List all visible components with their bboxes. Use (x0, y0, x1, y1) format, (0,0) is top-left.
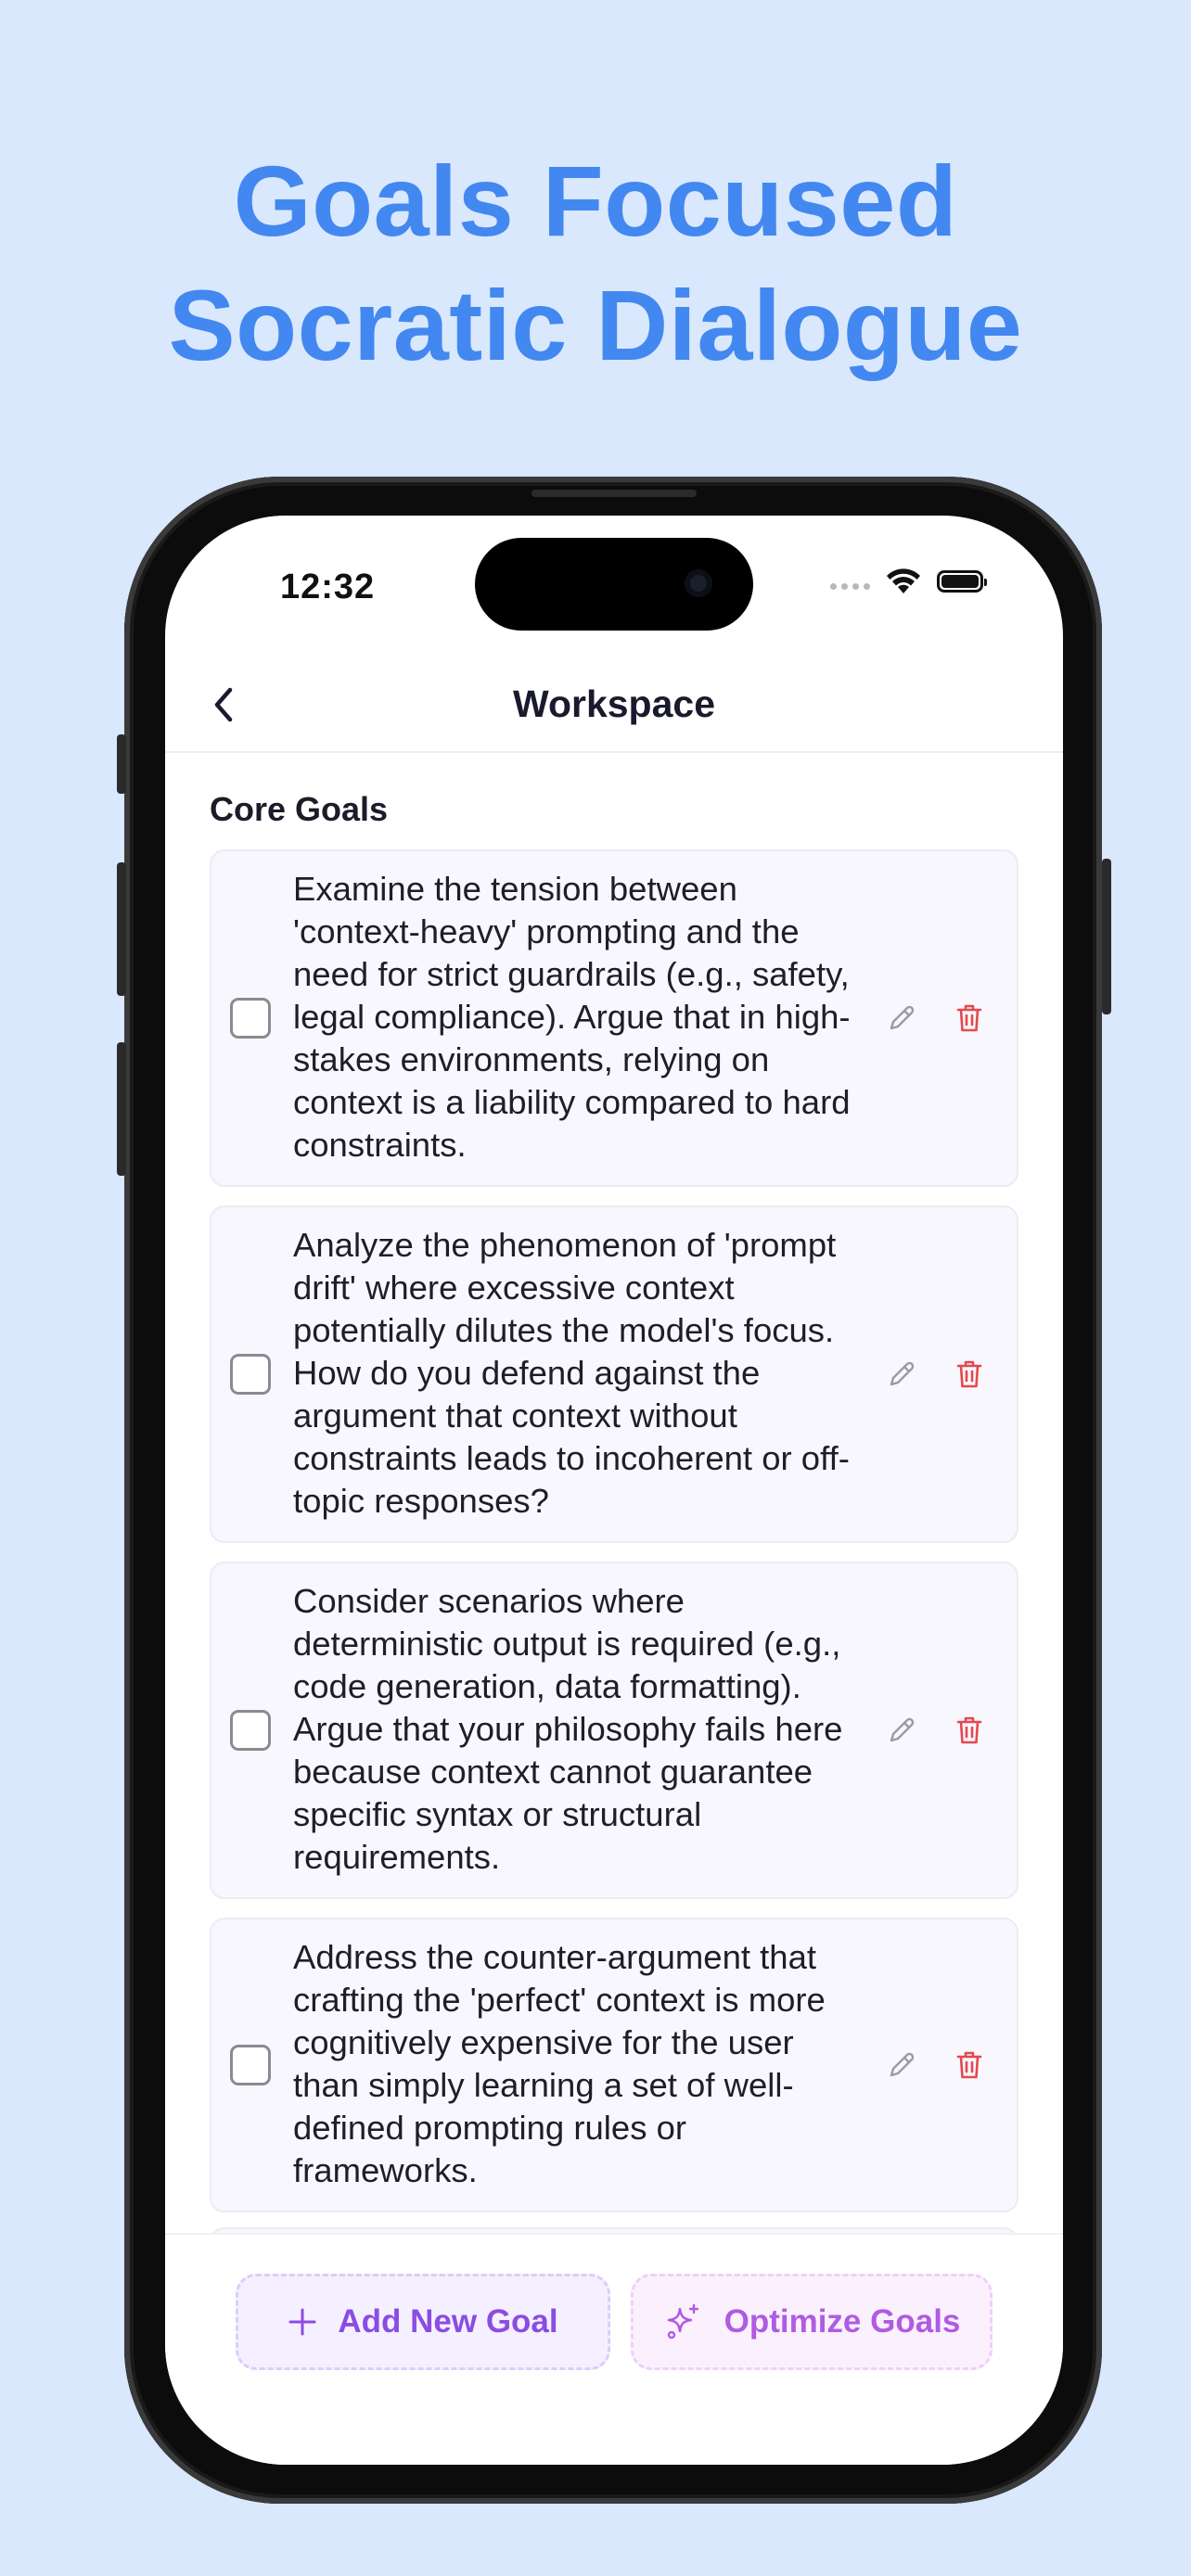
headline: Goals Focused Socratic Dialogue (0, 139, 1191, 388)
edit-goal-button[interactable] (883, 2047, 920, 2084)
goal-text: Examine the tension between 'context-hea… (293, 870, 851, 1164)
trash-icon (956, 1360, 982, 1388)
phone-speaker (531, 490, 697, 497)
trash-icon (956, 1004, 982, 1032)
optimize-goals-button[interactable]: Optimize Goals (631, 2274, 992, 2370)
dynamic-island (475, 538, 753, 631)
goal-checkbox[interactable] (230, 1354, 271, 1395)
delete-goal-button[interactable] (951, 1712, 988, 1749)
pencil-icon (890, 1717, 915, 1742)
add-goal-label: Add New Goal (338, 2303, 558, 2340)
status-icons (830, 567, 987, 595)
delete-goal-button[interactable] (951, 2047, 988, 2084)
goal-text: Analyze the phenomenon of 'prompt drift'… (293, 1226, 850, 1520)
goal-card: Consider scenarios where deterministic o… (210, 1562, 1018, 1899)
section-title: Core Goals (210, 790, 389, 828)
navigation-bar: Workspace (165, 655, 1063, 753)
phone-power-button (1102, 859, 1111, 1014)
edit-goal-button[interactable] (883, 1356, 920, 1393)
pencil-icon (890, 1361, 915, 1386)
headline-line-1: Goals Focused (233, 145, 958, 257)
optimize-goals-label: Optimize Goals (724, 2303, 961, 2340)
edit-goal-button[interactable] (883, 1000, 920, 1037)
headline-line-2: Socratic Dialogue (168, 269, 1023, 381)
pencil-icon (890, 1005, 915, 1030)
goal-checkbox[interactable] (230, 998, 271, 1039)
battery-icon (937, 570, 987, 593)
goal-card: Analyze the phenomenon of 'prompt drift'… (210, 1205, 1018, 1543)
edit-goal-button[interactable] (883, 1712, 920, 1749)
pencil-icon (890, 2052, 915, 2077)
goals-list: Examine the tension between 'context-hea… (210, 849, 1018, 2231)
camera-icon (685, 569, 712, 597)
signal-dots-icon (830, 582, 870, 590)
phone-side-button (117, 734, 126, 794)
sparkles-icon (667, 2303, 698, 2340)
goal-card: Examine the tension between 'context-hea… (210, 849, 1018, 1187)
phone-screen: 12:32 Workspace Core Goals Examine the t… (165, 516, 1063, 2465)
plus-icon (288, 2308, 316, 2336)
add-goal-button[interactable]: Add New Goal (236, 2274, 610, 2370)
goal-checkbox[interactable] (230, 2045, 271, 2085)
delete-goal-button[interactable] (951, 1356, 988, 1393)
trash-icon (956, 1716, 982, 1744)
phone-volume-down (117, 1042, 126, 1176)
page-title: Workspace (512, 682, 715, 725)
goal-card: Address the counter-argument that crafti… (210, 1918, 1018, 2213)
phone-volume-up (117, 862, 126, 996)
goal-text: Consider scenarios where deterministic o… (293, 1582, 843, 1876)
goal-checkbox[interactable] (230, 1710, 271, 1751)
trash-icon (956, 2051, 982, 2079)
delete-goal-button[interactable] (951, 1000, 988, 1037)
wifi-icon (887, 568, 920, 593)
bottom-action-bar: Add New Goal Optimize Goals (165, 2233, 1063, 2465)
status-time: 12:32 (280, 567, 376, 606)
goal-text: Address the counter-argument that crafti… (293, 1938, 826, 2189)
